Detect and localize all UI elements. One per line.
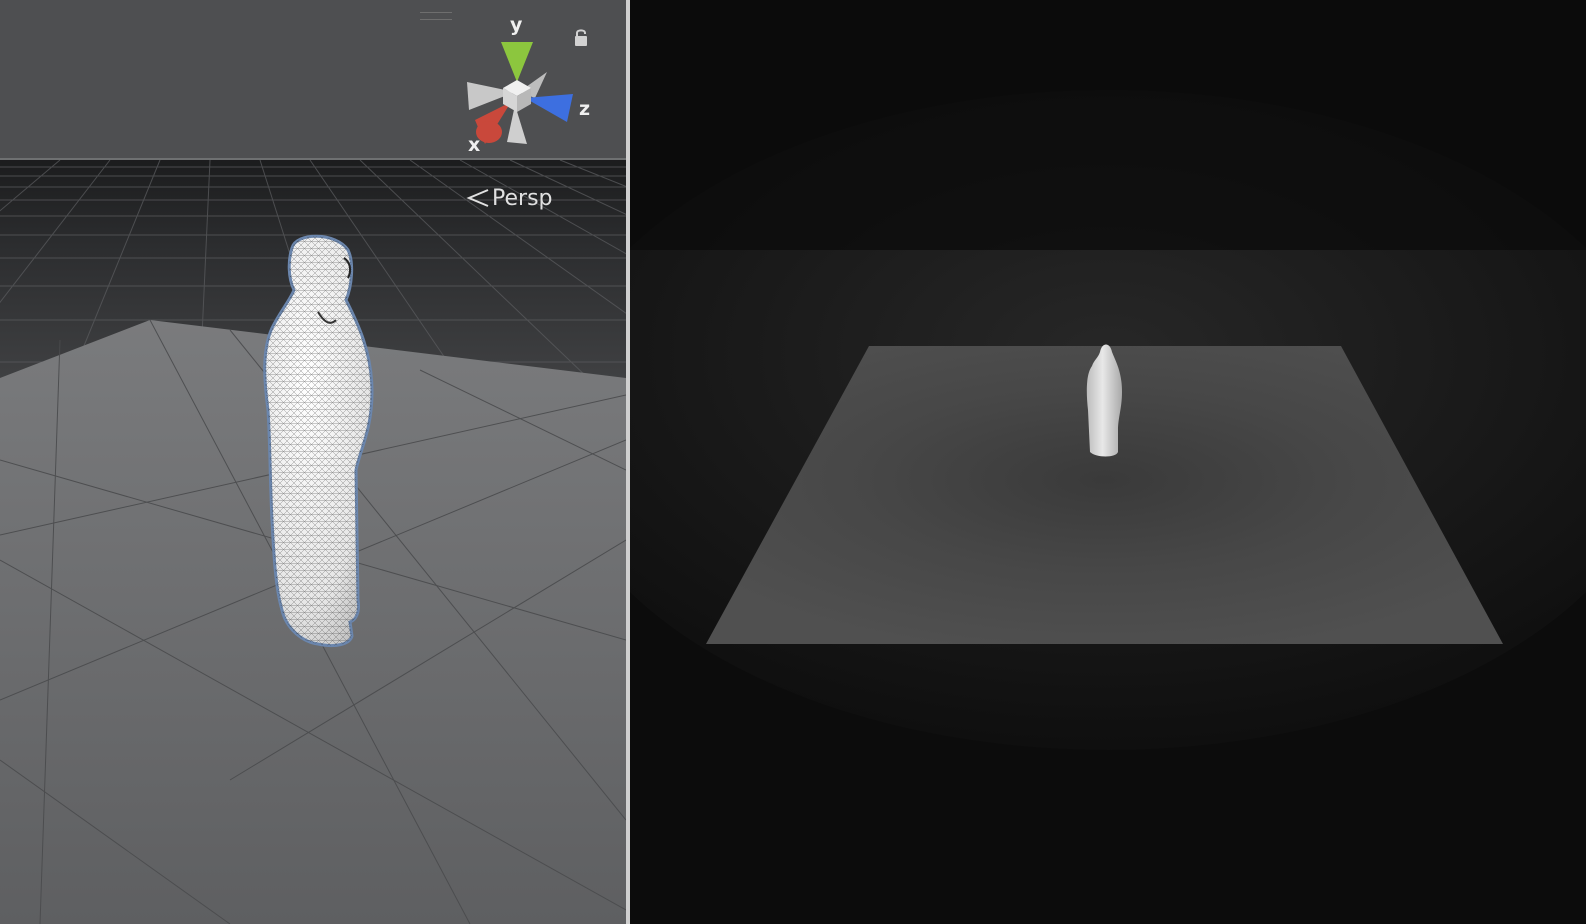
chevron-left-icon xyxy=(466,189,489,207)
scene-view[interactable]: y x z Persp xyxy=(0,0,626,924)
projection-toggle[interactable]: Persp xyxy=(466,183,553,213)
x-axis-label: x xyxy=(468,134,481,156)
z-axis-label: z xyxy=(579,98,591,120)
projection-label: Persp xyxy=(492,185,553,211)
y-axis-label: y xyxy=(510,14,523,36)
game-canvas xyxy=(630,0,1586,924)
orientation-gizmo[interactable]: y x z xyxy=(455,10,605,160)
drag-handle[interactable] xyxy=(420,12,452,20)
y-axis-cone[interactable] xyxy=(501,42,533,82)
z-axis-cone[interactable] xyxy=(525,94,573,122)
game-view xyxy=(630,0,1586,924)
